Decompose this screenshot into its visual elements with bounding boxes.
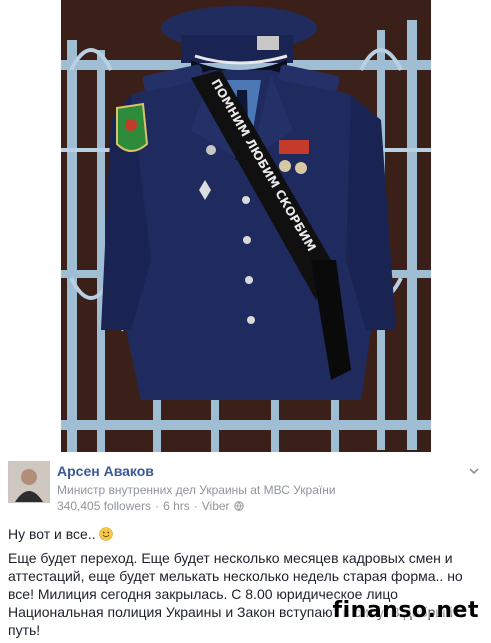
watermark: finanso.net — [332, 598, 479, 623]
post-body: Еще будет переход. Еще будет несколько м… — [8, 550, 463, 638]
post-time[interactable]: 6 hrs — [163, 499, 190, 513]
author-name[interactable]: Арсен Аваков — [57, 463, 154, 479]
uniform-illustration: ПОМНИМ ЛЮБИМ СКОРБИМ — [61, 0, 431, 452]
post-first-line: Ну вот и все.. — [8, 525, 483, 543]
author-subline: Министр внутренних дел Украины at МВС Ук… — [57, 483, 336, 497]
globe-icon — [233, 501, 244, 511]
chevron-down-icon[interactable] — [467, 464, 481, 478]
post-source: Viber — [201, 499, 230, 513]
author-role: Министр внутренних дел Украины at — [57, 483, 264, 497]
post-meta: 340,405 followers · 6 hrs · Viber — [57, 499, 244, 513]
page-link[interactable]: МВС України — [264, 483, 336, 497]
post-photo[interactable]: ПОМНИМ ЛЮБИМ СКОРБИМ — [61, 0, 431, 452]
post-photo-area: ПОМНИМ ЛЮБИМ СКОРБИМ — [0, 0, 491, 452]
avatar[interactable] — [8, 461, 50, 503]
smile-emoji-icon — [98, 527, 113, 541]
followers-count: 340,405 followers — [57, 499, 152, 513]
